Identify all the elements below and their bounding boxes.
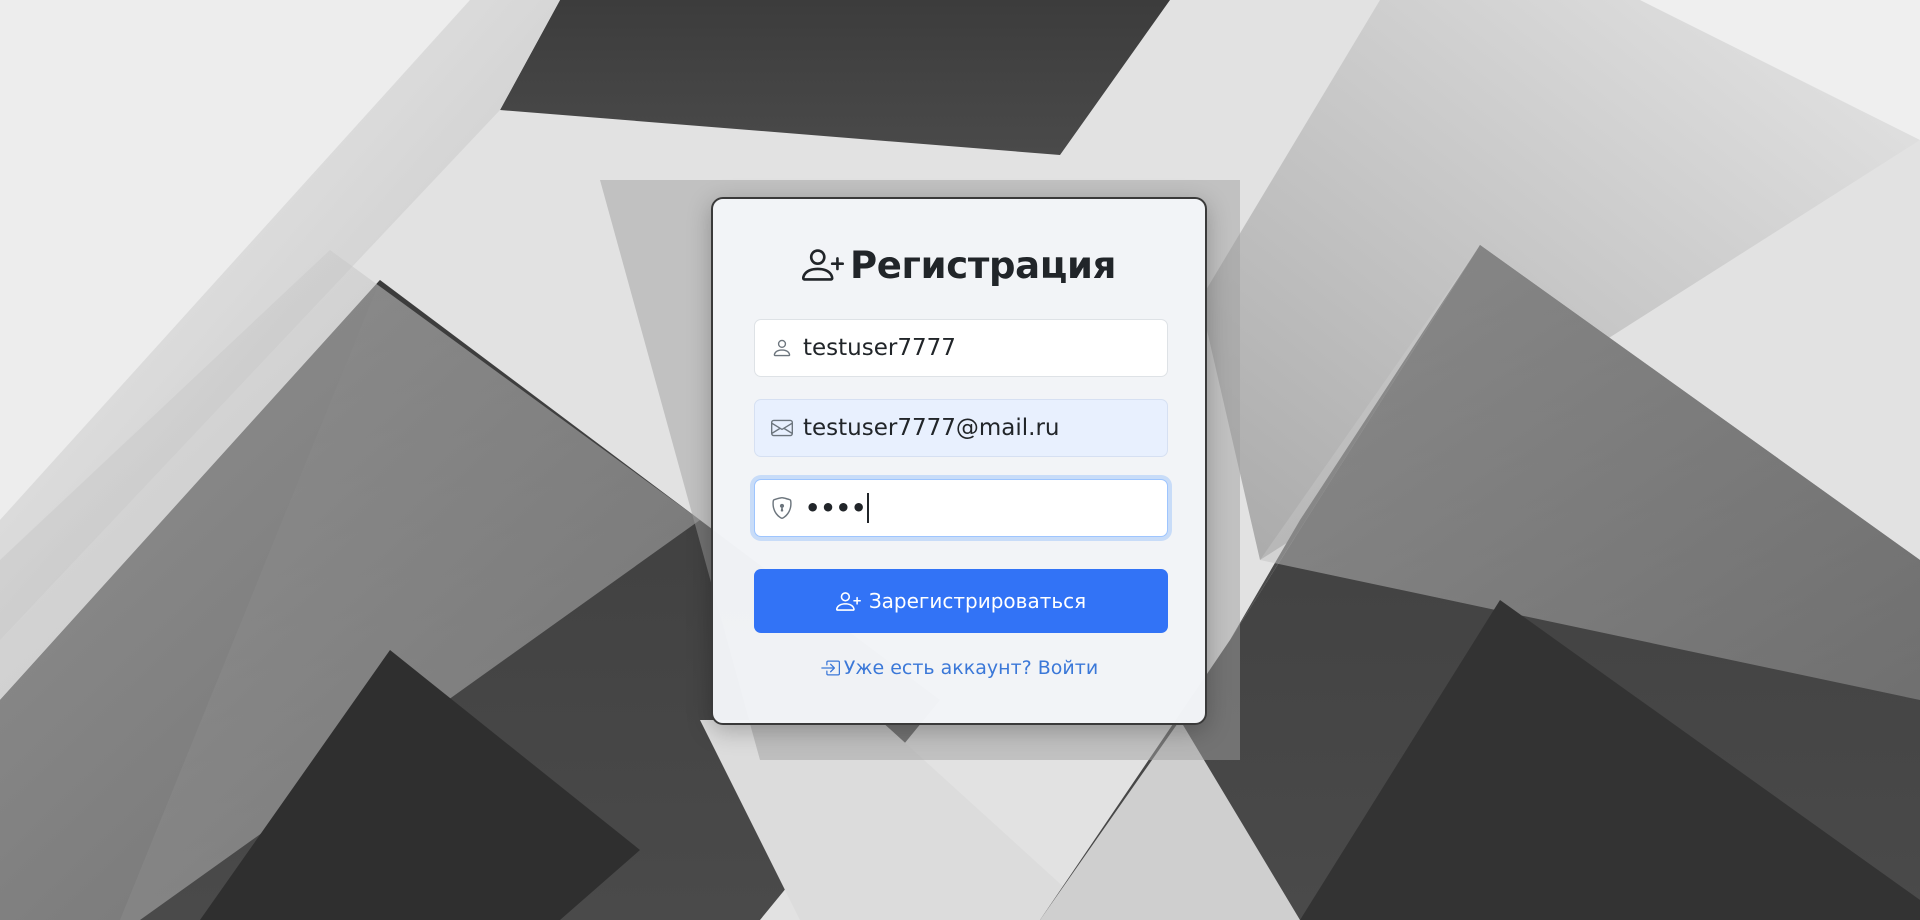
envelope-icon <box>771 419 793 437</box>
username-input[interactable] <box>803 328 1167 368</box>
person-plus-icon <box>835 591 861 611</box>
password-field[interactable]: •••• <box>754 479 1168 537</box>
email-field[interactable] <box>754 399 1168 457</box>
registration-card: Регистрация •••• Зарегистрироваться <box>711 197 1207 725</box>
login-link[interactable]: Уже есть аккаунт? Войти <box>713 657 1205 679</box>
register-button-label: Зарегистрироваться <box>868 589 1087 613</box>
password-masked-value: •••• <box>805 494 867 522</box>
person-plus-icon <box>801 249 844 281</box>
form-title: Регистрация <box>713 243 1205 287</box>
email-input[interactable] <box>803 408 1167 448</box>
text-caret <box>867 493 870 523</box>
username-field[interactable] <box>754 319 1168 377</box>
box-arrow-in-right-icon <box>821 660 840 676</box>
shield-lock-icon <box>772 497 792 519</box>
page-title: Регистрация <box>849 243 1117 287</box>
login-link-label[interactable]: Уже есть аккаунт? Войти <box>844 657 1098 679</box>
register-button[interactable]: Зарегистрироваться <box>754 569 1168 633</box>
person-icon <box>773 339 791 357</box>
password-input[interactable]: •••• <box>805 488 870 528</box>
